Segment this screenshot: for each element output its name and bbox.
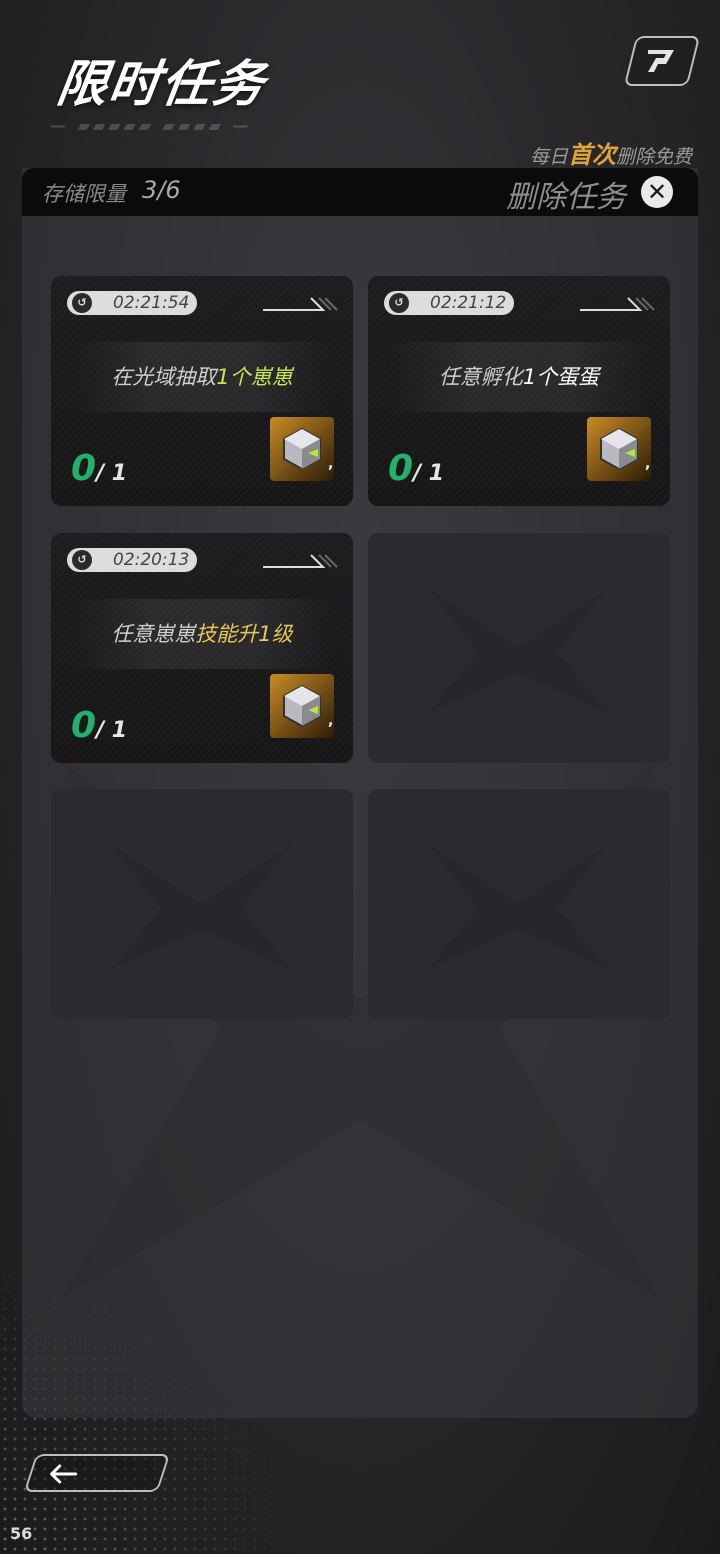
reward-item[interactable]	[587, 417, 651, 481]
reward-item[interactable]	[270, 674, 334, 738]
title-decoration: — ▰▰▰▰▰ ▰▰▰▰ —	[50, 116, 252, 135]
delete-task-label: 删除任务	[506, 180, 626, 215]
reward-item[interactable]	[270, 417, 334, 481]
close-icon[interactable]: ✕	[641, 176, 673, 208]
reward-cube-icon	[600, 427, 638, 471]
task-card[interactable]: ↺ 02:21:54 在光域抽取1个崽崽 0/ 1 ,	[51, 276, 353, 506]
task-progress: 0/ 1	[71, 448, 128, 489]
reward-count: ,	[645, 456, 651, 472]
brand-button[interactable]	[623, 36, 701, 86]
task-progress: 0/ 1	[71, 705, 128, 746]
timer-pill: ↺ 02:21:54	[67, 291, 197, 315]
speed-lines-decoration	[580, 297, 655, 311]
empty-task-slot	[368, 789, 670, 1019]
clock-icon: ↺	[389, 293, 409, 313]
timer-text: 02:20:13	[113, 550, 190, 570]
speed-lines-decoration	[263, 554, 338, 568]
reward-count: ,	[328, 456, 334, 472]
back-button[interactable]	[23, 1454, 171, 1492]
mission-description: 任意崽崽技能升1级	[71, 599, 333, 669]
reward-count: ,	[328, 713, 334, 729]
daily-free-hint: 每日首次删除免费	[529, 141, 692, 169]
timer-text: 02:21:54	[113, 293, 190, 313]
task-card[interactable]: ↺ 02:20:13 任意崽崽技能升1级 0/ 1 ,	[51, 533, 353, 763]
reward-cube-icon	[283, 427, 321, 471]
task-card[interactable]: ↺ 02:21:12 任意孵化1个蛋蛋 0/ 1 ,	[368, 276, 670, 506]
task-progress: 0/ 1	[388, 448, 445, 489]
timer-pill: ↺ 02:21:12	[384, 291, 514, 315]
empty-slot-x-decoration	[111, 844, 291, 969]
empty-task-slot	[368, 533, 670, 763]
reward-cube-icon	[283, 684, 321, 728]
storage-limit-value: 3/6	[142, 176, 181, 204]
empty-slot-x-decoration	[428, 844, 608, 969]
empty-task-slot	[51, 789, 353, 1019]
timer-text: 02:21:12	[430, 293, 507, 313]
mission-description: 在光域抽取1个崽崽	[71, 342, 333, 412]
storage-limit-label: 存储限量	[42, 182, 126, 206]
clock-icon: ↺	[72, 293, 92, 313]
mission-description: 任意孵化1个蛋蛋	[388, 342, 650, 412]
fps-counter: 56	[10, 1524, 33, 1543]
timer-pill: ↺ 02:20:13	[67, 548, 197, 572]
clock-icon: ↺	[72, 550, 92, 570]
speed-lines-decoration	[263, 297, 338, 311]
brand-icon	[648, 50, 674, 72]
back-arrow-icon	[50, 1464, 78, 1484]
page-title: 限时任务	[53, 55, 270, 113]
empty-slot-x-decoration	[428, 588, 608, 713]
